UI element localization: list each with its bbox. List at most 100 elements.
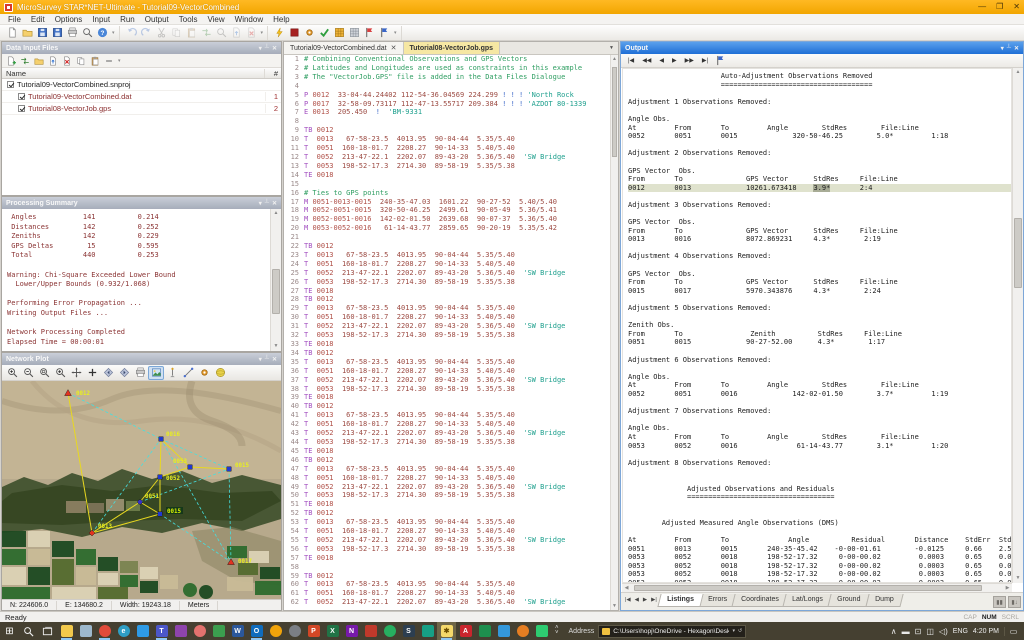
zoom-window-button[interactable]: [36, 366, 52, 380]
menu-help[interactable]: Help: [268, 15, 294, 24]
output-nav-button[interactable]: ◀: [656, 56, 667, 65]
undo-button[interactable]: [124, 26, 139, 40]
editor-tab[interactable]: Tutorial08-VectorJob.gps: [404, 42, 501, 54]
close-tab-icon[interactable]: ✕: [391, 44, 397, 52]
print-plot-button[interactable]: [132, 366, 148, 380]
taskbar-app-onenote[interactable]: N: [342, 622, 361, 640]
taskbar-app-settings[interactable]: [285, 622, 304, 640]
taskbar-app-app-teal[interactable]: [418, 622, 437, 640]
taskbar-app-app-mint[interactable]: [380, 622, 399, 640]
column-number[interactable]: #: [265, 69, 281, 78]
output-tab-latlongs[interactable]: Lat/Longs: [783, 594, 833, 607]
minimize-button[interactable]: —: [978, 0, 986, 14]
pin-icon[interactable]: ┴: [265, 200, 269, 207]
print-button[interactable]: [65, 26, 80, 40]
tray-chevron-icon[interactable]: ∧: [891, 627, 897, 636]
output-flag-button[interactable]: [713, 54, 728, 68]
save-button[interactable]: [35, 26, 50, 40]
paste-button[interactable]: [184, 26, 199, 40]
taskbar-app-app-blue[interactable]: [494, 622, 513, 640]
taskbar-app-app-amber[interactable]: [266, 622, 285, 640]
panel-menu-icon[interactable]: ▾: [1001, 45, 1004, 52]
menu-tools[interactable]: Tools: [174, 15, 203, 24]
redo-button[interactable]: [139, 26, 154, 40]
menu-run[interactable]: Run: [115, 15, 140, 24]
address-dropdown-icon[interactable]: ▾: [732, 628, 735, 634]
import-button[interactable]: [199, 26, 214, 40]
taskbar-app-app-forest[interactable]: [475, 622, 494, 640]
zoom-extents-button[interactable]: [52, 366, 68, 380]
globe-tool-button[interactable]: [212, 366, 228, 380]
close-icon[interactable]: ✕: [272, 356, 277, 363]
cut-button[interactable]: [154, 26, 169, 40]
tray-cloud-icon[interactable]: ▬: [902, 627, 910, 636]
address-input[interactable]: C:\Users\hopj\OneDrive - Hexagon\Deskt ▾…: [598, 625, 746, 638]
center-button[interactable]: [84, 366, 100, 380]
search-icon[interactable]: [19, 622, 38, 640]
close-icon[interactable]: ✕: [1014, 45, 1019, 52]
pin-icon[interactable]: ┴: [265, 45, 269, 52]
processing-scrollbar[interactable]: ▲ ▼: [270, 209, 281, 351]
output-nav-button[interactable]: ◀◀: [639, 56, 654, 65]
checkbox[interactable]: [18, 105, 25, 112]
open-button[interactable]: [20, 26, 35, 40]
editor-tab[interactable]: Tutorial09-VectorCombined.dat✕: [284, 42, 404, 54]
output-nav-button[interactable]: |◀: [625, 56, 637, 65]
taskbar-app-powerpoint[interactable]: P: [304, 622, 323, 640]
pan-button[interactable]: [68, 366, 84, 380]
measure-tool-button[interactable]: [180, 366, 196, 380]
view-next-button[interactable]: [116, 366, 132, 380]
new-button[interactable]: [5, 26, 20, 40]
taskbar-app-starnet[interactable]: ✱: [437, 622, 456, 640]
taskbar-app-excel[interactable]: X: [323, 622, 342, 640]
taskbar-app-mail[interactable]: [133, 622, 152, 640]
taskbar-app-outlook[interactable]: O: [247, 622, 266, 640]
zoom-out-button[interactable]: [20, 366, 36, 380]
tab-scroll-button[interactable]: ◀: [633, 594, 641, 606]
menu-window[interactable]: Window: [230, 15, 268, 24]
check-data-button[interactable]: [317, 26, 332, 40]
editor-scrollbar[interactable]: ▲ ▼: [610, 55, 618, 610]
add-file-button[interactable]: [4, 54, 18, 67]
toolbar-overflow-icon[interactable]: ▾: [259, 30, 266, 36]
taskbar-app-sublime[interactable]: S: [399, 622, 418, 640]
taskbar-app-app-pink[interactable]: [190, 622, 209, 640]
collapse-button[interactable]: [102, 54, 116, 67]
close-button[interactable]: ✕: [1013, 0, 1020, 14]
listing-grid-button[interactable]: [332, 26, 347, 40]
edit-file-button[interactable]: [46, 54, 60, 67]
tab-scroll-button[interactable]: |◀: [623, 594, 633, 606]
toolbar-overflow-icon[interactable]: ▾: [116, 58, 123, 64]
find-button[interactable]: [214, 26, 229, 40]
output-nav-button[interactable]: ▶|: [699, 56, 711, 65]
output-tab-ground[interactable]: Ground: [828, 594, 871, 607]
taskbar-app-app-lime[interactable]: [532, 622, 551, 640]
language-indicator[interactable]: ENG: [953, 628, 968, 635]
taskbar-app-teams[interactable]: T: [152, 622, 171, 640]
taskbar-app-app-green[interactable]: [209, 622, 228, 640]
menu-file[interactable]: File: [3, 15, 26, 24]
tray-display-icon[interactable]: ⊡: [915, 627, 922, 636]
tab-scroll-button[interactable]: ▶: [641, 594, 649, 606]
output-tab-dump[interactable]: Dump: [865, 594, 903, 607]
taskbar-app-photos[interactable]: [171, 622, 190, 640]
output-horizontal-scrollbar[interactable]: ◀ ▶: [622, 583, 1012, 592]
print-preview-button[interactable]: [80, 26, 95, 40]
run-adjustment-button[interactable]: [272, 26, 287, 40]
flag-blue-button[interactable]: [377, 26, 392, 40]
task-view-icon[interactable]: [38, 622, 57, 640]
menu-input[interactable]: Input: [87, 15, 115, 24]
maximize-button[interactable]: ❐: [996, 0, 1003, 14]
tree-row[interactable]: Tutorial08-VectorJob.gps2: [2, 103, 281, 115]
address-go-icon[interactable]: ↺: [738, 628, 742, 634]
zoom-in-button[interactable]: [4, 366, 20, 380]
column-name[interactable]: Name: [2, 69, 265, 78]
plot-grid-button[interactable]: [347, 26, 362, 40]
taskbar-app-app-orange[interactable]: [513, 622, 532, 640]
panel-menu-icon[interactable]: ▾: [259, 356, 262, 363]
tab-list-icon[interactable]: ▼: [605, 42, 618, 54]
tree-row[interactable]: Tutorial09-VectorCombined.snproj: [2, 79, 281, 91]
toolbar-chevrons[interactable]: ˄˅: [551, 626, 563, 636]
taskbar-app-chrome[interactable]: [95, 622, 114, 640]
clock[interactable]: 4:20 PM: [973, 628, 999, 635]
